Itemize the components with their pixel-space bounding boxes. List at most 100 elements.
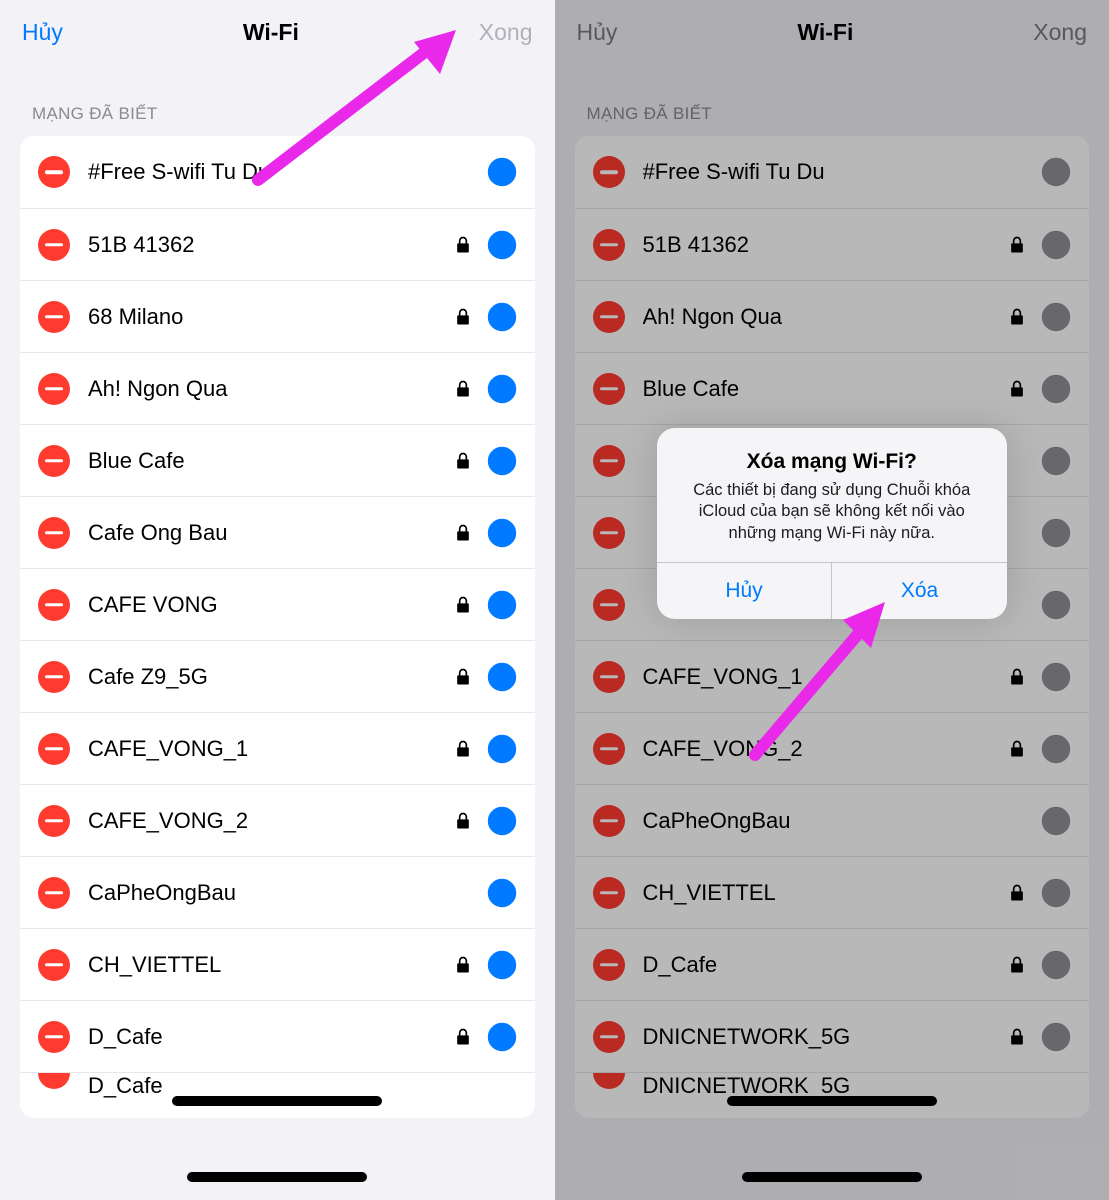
info-icon[interactable]	[487, 157, 517, 187]
network-row-partial[interactable]: DNICNETWORK_5G	[575, 1072, 1090, 1118]
delete-minus-icon[interactable]	[593, 733, 625, 765]
info-icon[interactable]	[487, 734, 517, 764]
delete-minus-icon[interactable]	[38, 1021, 70, 1053]
cancel-button[interactable]: Hủy	[577, 19, 618, 46]
delete-minus-icon[interactable]	[38, 805, 70, 837]
navbar: Hủy Wi-Fi Xong	[555, 0, 1109, 64]
delete-minus-icon[interactable]	[593, 589, 625, 621]
info-icon[interactable]	[1041, 734, 1071, 764]
delete-minus-icon[interactable]	[38, 229, 70, 261]
network-row[interactable]: Blue Cafe	[20, 424, 535, 496]
network-row[interactable]: Ah! Ngon Qua	[575, 280, 1090, 352]
network-row[interactable]: D_Cafe	[575, 928, 1090, 1000]
page-title: Wi-Fi	[797, 19, 853, 46]
info-icon[interactable]	[487, 374, 517, 404]
lock-icon	[453, 451, 473, 471]
network-row[interactable]: Ah! Ngon Qua	[20, 352, 535, 424]
done-button[interactable]: Xong	[1033, 19, 1087, 46]
info-icon[interactable]	[1041, 157, 1071, 187]
network-row[interactable]: DNICNETWORK_5G	[575, 1000, 1090, 1072]
delete-minus-icon[interactable]	[593, 805, 625, 837]
info-icon[interactable]	[1041, 1022, 1071, 1052]
delete-minus-icon[interactable]	[593, 1021, 625, 1053]
info-icon[interactable]	[1041, 590, 1071, 620]
section-header-known-networks: MẠNG ĐÃ BIẾT	[0, 64, 555, 136]
section-header-known-networks: MẠNG ĐÃ BIẾT	[555, 64, 1109, 136]
info-icon[interactable]	[1041, 518, 1071, 548]
delete-minus-icon[interactable]	[593, 301, 625, 333]
info-icon[interactable]	[487, 950, 517, 980]
info-icon[interactable]	[487, 518, 517, 548]
info-icon[interactable]	[1041, 374, 1071, 404]
delete-minus-icon[interactable]	[38, 445, 70, 477]
alert-cancel-button[interactable]: Hủy	[657, 563, 832, 619]
network-row[interactable]: Cafe Z9_5G	[20, 640, 535, 712]
delete-minus-icon[interactable]	[38, 373, 70, 405]
delete-minus-icon[interactable]	[593, 1073, 625, 1089]
lock-icon	[1007, 955, 1027, 975]
info-icon[interactable]	[487, 230, 517, 260]
network-row[interactable]: CAFE_VONG_1	[575, 640, 1090, 712]
info-icon[interactable]	[487, 302, 517, 332]
delete-minus-icon[interactable]	[38, 949, 70, 981]
info-icon[interactable]	[1041, 878, 1071, 908]
network-row[interactable]: 51B 41362	[20, 208, 535, 280]
lock-icon	[1007, 379, 1027, 399]
info-icon[interactable]	[487, 878, 517, 908]
delete-minus-icon[interactable]	[593, 229, 625, 261]
delete-minus-icon[interactable]	[38, 301, 70, 333]
info-icon[interactable]	[487, 806, 517, 836]
network-name: CAFE_VONG_1	[643, 664, 1008, 690]
network-row[interactable]: 51B 41362	[575, 208, 1090, 280]
network-row[interactable]: CaPheOngBau	[575, 784, 1090, 856]
delete-minus-icon[interactable]	[38, 877, 70, 909]
redaction-bar	[727, 1096, 937, 1106]
redaction-bar	[172, 1096, 382, 1106]
lock-icon	[453, 379, 473, 399]
alert-confirm-button[interactable]: Xóa	[831, 563, 1007, 619]
network-name: Blue Cafe	[643, 376, 1008, 402]
delete-minus-icon[interactable]	[38, 733, 70, 765]
network-row[interactable]: CAFE_VONG_2	[575, 712, 1090, 784]
done-button[interactable]: Xong	[479, 19, 533, 46]
network-row[interactable]: Cafe Ong Bau	[20, 496, 535, 568]
delete-minus-icon[interactable]	[593, 156, 625, 188]
network-row-partial[interactable]: D_Cafe	[20, 1072, 535, 1118]
delete-minus-icon[interactable]	[38, 589, 70, 621]
network-row[interactable]: CH_VIETTEL	[575, 856, 1090, 928]
info-icon[interactable]	[1041, 662, 1071, 692]
info-icon[interactable]	[487, 590, 517, 620]
delete-minus-icon[interactable]	[593, 877, 625, 909]
network-row[interactable]: CH_VIETTEL	[20, 928, 535, 1000]
cancel-button[interactable]: Hủy	[22, 19, 63, 46]
delete-minus-icon[interactable]	[593, 517, 625, 549]
network-row[interactable]: CAFE_VONG_1	[20, 712, 535, 784]
info-icon[interactable]	[487, 662, 517, 692]
network-row[interactable]: D_Cafe	[20, 1000, 535, 1072]
delete-minus-icon[interactable]	[38, 517, 70, 549]
lock-icon	[1007, 307, 1027, 327]
info-icon[interactable]	[1041, 302, 1071, 332]
network-row[interactable]: #Free S-wifi Tu Du	[20, 136, 535, 208]
network-name: Blue Cafe	[88, 448, 453, 474]
delete-minus-icon[interactable]	[593, 949, 625, 981]
network-row[interactable]: #Free S-wifi Tu Du	[575, 136, 1090, 208]
info-icon[interactable]	[1041, 950, 1071, 980]
delete-minus-icon[interactable]	[593, 445, 625, 477]
delete-minus-icon[interactable]	[38, 156, 70, 188]
info-icon[interactable]	[1041, 806, 1071, 836]
delete-minus-icon[interactable]	[38, 661, 70, 693]
delete-minus-icon[interactable]	[38, 1073, 70, 1089]
network-row[interactable]: CaPheOngBau	[20, 856, 535, 928]
network-row[interactable]: CAFE_VONG_2	[20, 784, 535, 856]
info-icon[interactable]	[487, 1022, 517, 1052]
network-row[interactable]: CAFE VONG	[20, 568, 535, 640]
network-row[interactable]: Blue Cafe	[575, 352, 1090, 424]
network-name: CaPheOngBau	[88, 880, 487, 906]
info-icon[interactable]	[1041, 446, 1071, 476]
info-icon[interactable]	[1041, 230, 1071, 260]
delete-minus-icon[interactable]	[593, 373, 625, 405]
info-icon[interactable]	[487, 446, 517, 476]
delete-minus-icon[interactable]	[593, 661, 625, 693]
network-row[interactable]: 68 Milano	[20, 280, 535, 352]
